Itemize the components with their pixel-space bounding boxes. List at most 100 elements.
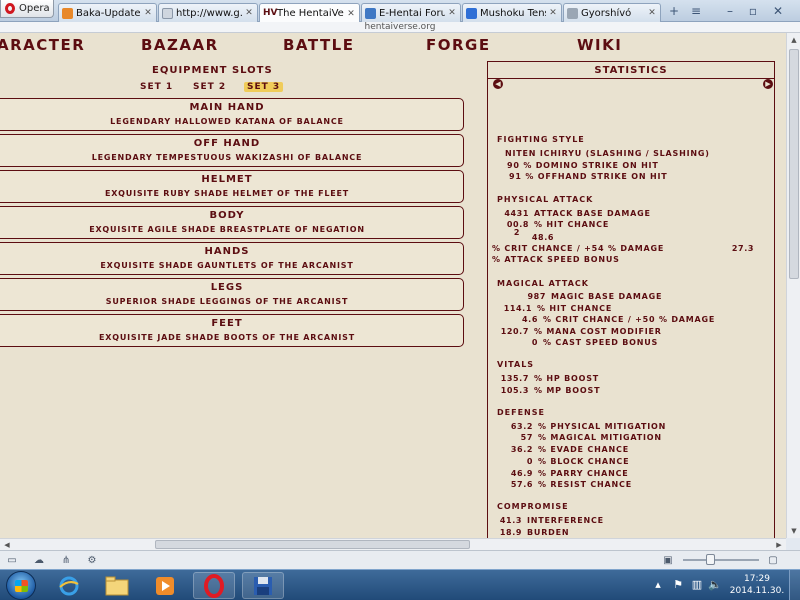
tab-url[interactable]: http://www.g... ✕	[158, 3, 258, 22]
section-title: Fighting Style	[497, 135, 585, 144]
menu-forge[interactable]: Forge	[426, 36, 491, 54]
set-1-tab[interactable]: Set 1	[140, 82, 173, 92]
stat-value: 135.7	[500, 374, 529, 383]
opera-taskbar-icon[interactable]	[193, 572, 235, 599]
file-explorer-icon[interactable]	[96, 572, 138, 599]
menu-bazaar[interactable]: Bazaar	[141, 36, 219, 54]
tab-gyorshivo[interactable]: Gyorshívó ✕	[563, 3, 661, 22]
stat-label: % Magical Mitigation	[538, 433, 662, 442]
start-button[interactable]	[6, 571, 36, 600]
section-title: Vitals	[497, 360, 535, 369]
horizontal-scrollbar[interactable]: ◀ ▶	[0, 538, 786, 550]
slot-item[interactable]: Exquisite Ruby Shade Helmet of the Fleet	[0, 189, 463, 198]
close-tab-icon[interactable]: ✕	[447, 8, 457, 18]
tab-baka-updates[interactable]: Baka-Updates ... ✕	[58, 3, 157, 22]
next-icon[interactable]: ▶	[763, 79, 773, 89]
slot-helmet[interactable]: Helmet Exquisite Ruby Shade Helmet of th…	[0, 170, 464, 203]
stat-label: % Resist Chance	[538, 480, 632, 489]
top-menu: aracter Bazaar Battle Forge Wiki	[0, 36, 786, 56]
new-tab-icon[interactable]: +	[666, 4, 682, 18]
scroll-thumb[interactable]	[789, 49, 799, 279]
scroll-up-icon[interactable]: ▲	[787, 33, 800, 47]
slot-item[interactable]: Exquisite Agile Shade Breastplate of Neg…	[0, 225, 463, 234]
close-tab-icon[interactable]: ✕	[244, 8, 254, 18]
tray-expand-icon[interactable]: ▴	[651, 578, 665, 591]
tab-hentaiverse[interactable]: HV The HentaiVerse ✕	[259, 3, 360, 23]
close-tab-icon[interactable]: ✕	[143, 8, 153, 18]
scroll-thumb[interactable]	[155, 540, 470, 549]
opera-menu-button[interactable]: Opera	[0, 0, 54, 18]
slot-item[interactable]: Exquisite Jade Shade Boots of the Arcani…	[0, 333, 463, 342]
media-player-icon[interactable]	[144, 572, 186, 599]
zoom-slider-handle[interactable]	[706, 554, 715, 565]
statistics-panel: Statistics ◀ ▶ Fighting Style Niten Ichi…	[487, 61, 775, 538]
show-desktop-button[interactable]	[789, 570, 800, 600]
stat-value: 57	[520, 433, 533, 442]
slot-body[interactable]: Body Exquisite Agile Shade Breastplate o…	[0, 206, 464, 239]
stat-label: % Mana Cost Modifier	[534, 327, 662, 336]
cloud-icon[interactable]: ☁	[33, 555, 45, 566]
stat-value: 46.9	[510, 469, 533, 478]
slot-main-hand[interactable]: Main Hand Legendary Hallowed Katana of B…	[0, 98, 464, 131]
tab-title: The HentaiVerse	[277, 8, 344, 19]
slot-item[interactable]: Legendary Hallowed Katana of Balance	[0, 117, 463, 126]
stat-label: Attack Base Damage	[534, 209, 651, 218]
system-clock[interactable]: 17:29 2014.11.30.	[728, 573, 786, 597]
section-title: Defense	[497, 408, 545, 417]
tab-menu-icon[interactable]: ≡	[688, 4, 704, 18]
close-tab-icon[interactable]: ✕	[548, 8, 558, 18]
menu-character[interactable]: aracter	[0, 36, 85, 54]
close-tab-icon[interactable]: ✕	[647, 8, 657, 18]
menu-battle[interactable]: Battle	[283, 36, 355, 54]
network-icon[interactable]: ▥	[690, 578, 704, 591]
stat-label: % Crit Chance / +54 % Damage	[492, 244, 665, 253]
section-title: Physical Attack	[497, 195, 594, 204]
slot-name: Legs	[210, 282, 244, 293]
slot-off-hand[interactable]: Off Hand Legendary Tempestuous Wakizashi…	[0, 134, 464, 167]
close-window-icon[interactable]: ✕	[770, 4, 786, 18]
stat-label: % Attack Speed Bonus	[492, 255, 620, 264]
settings-icon[interactable]: ⚙	[86, 555, 98, 566]
clock-time: 17:29	[744, 574, 770, 584]
share-icon[interactable]: ⋔	[60, 555, 72, 566]
stat-label: % Parry Chance	[538, 469, 629, 478]
set-3-tab[interactable]: Set 3	[244, 82, 284, 92]
network-alert-icon[interactable]: ⚑	[671, 578, 685, 591]
previous-icon[interactable]: ◀	[493, 79, 503, 89]
stat-value: 48.6	[531, 233, 554, 242]
slot-hands[interactable]: Hands Exquisite Shade Gauntlets of the A…	[0, 242, 464, 275]
set-2-tab[interactable]: Set 2	[193, 82, 226, 92]
volume-icon[interactable]: 🔈	[708, 578, 722, 591]
stat-label: Magic Base Damage	[551, 292, 663, 301]
tab-title: Mushoku Tens...	[480, 7, 546, 19]
save-app-icon[interactable]	[242, 572, 284, 599]
stat-value: 4.6	[522, 315, 538, 324]
stat-value: 120.7	[500, 327, 529, 336]
view-icon[interactable]: ▣	[662, 555, 674, 566]
slot-item[interactable]: Legendary Tempestuous Wakizashi of Balan…	[0, 153, 463, 162]
stat-value: 41.3	[499, 516, 522, 525]
restore-icon[interactable]: ▫	[745, 4, 761, 18]
address-display[interactable]: hentaiverse.org	[0, 22, 800, 33]
menu-wiki[interactable]: Wiki	[577, 36, 622, 54]
minimize-icon[interactable]: –	[722, 4, 738, 18]
tab-e-hentai-forum[interactable]: E-Hentai Foru... ✕	[361, 3, 461, 22]
internet-explorer-icon[interactable]	[48, 572, 90, 599]
tab-mushoku-tensei[interactable]: Mushoku Tens... ✕	[462, 3, 562, 22]
stat-label: % Block Chance	[538, 457, 630, 466]
scroll-down-icon[interactable]: ▼	[787, 524, 800, 538]
slot-item[interactable]: Superior Shade Leggings of the Arcanist	[0, 297, 463, 306]
stat-value: 57.6	[510, 480, 533, 489]
equipment-slots-title: Equipment Slots	[152, 65, 273, 76]
zoom-slider[interactable]	[683, 559, 759, 561]
stat-label: % HP Boost	[534, 374, 600, 383]
panel-toggle-icon[interactable]: ▭	[6, 555, 18, 566]
close-tab-icon[interactable]: ✕	[346, 9, 356, 19]
fighting-style-name: Niten Ichiryu (Slashing / Slashing)	[505, 149, 710, 158]
slot-item[interactable]: Exquisite Shade Gauntlets of the Arcanis…	[0, 261, 463, 270]
zoom-icon[interactable]: ▢	[767, 555, 779, 566]
slot-legs[interactable]: Legs Superior Shade Leggings of the Arca…	[0, 278, 464, 311]
slot-feet[interactable]: Feet Exquisite Jade Shade Boots of the A…	[0, 314, 464, 347]
vertical-scrollbar[interactable]: ▲ ▼	[786, 33, 800, 538]
tab-title: http://www.g...	[176, 7, 242, 19]
